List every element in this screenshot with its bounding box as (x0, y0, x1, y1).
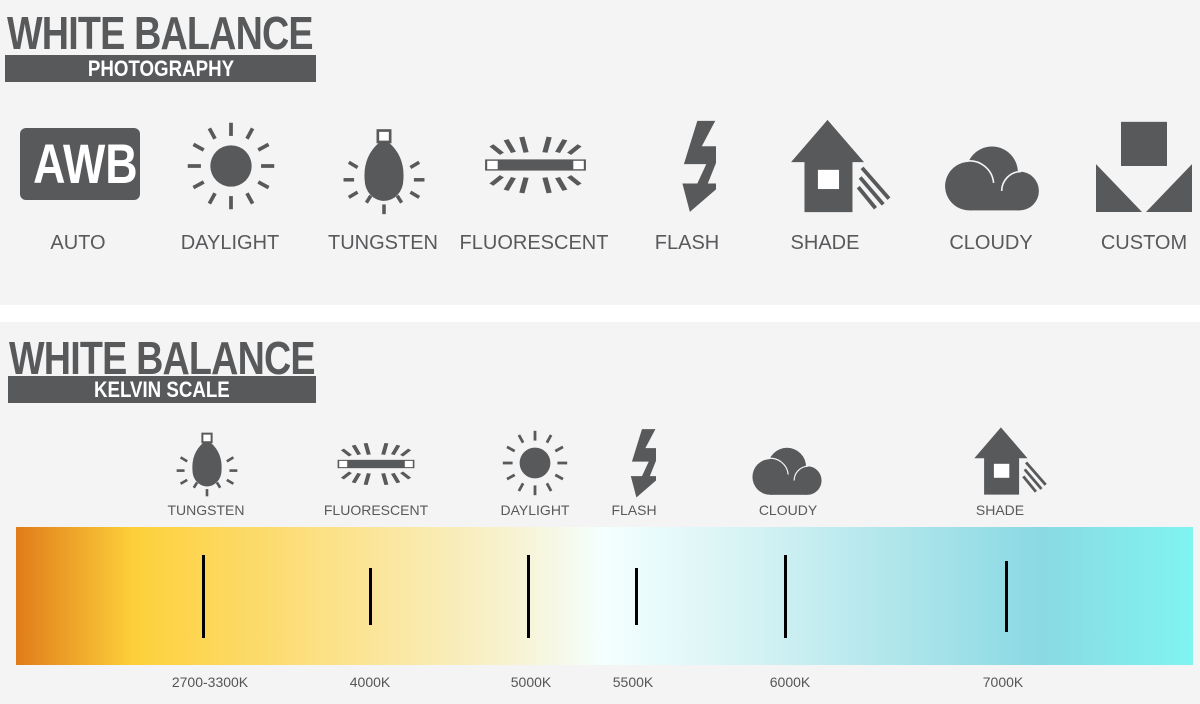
label-daylight: DAYLIGHT (180, 232, 280, 254)
fluorescent-tube-icon (336, 441, 416, 487)
source-label-cloudy: CLOUDY (758, 502, 818, 518)
section-subtitle-banner: KELVIN SCALE (8, 376, 316, 403)
tungsten-bulb-icon (175, 432, 239, 498)
source-label-shade: SHADE (975, 502, 1025, 518)
source-label-fluorescent: FLUORESCENT (323, 502, 429, 518)
label-auto: AUTO (50, 232, 106, 254)
label-tungsten: TUNGSTEN (328, 232, 438, 254)
tick-4000k (369, 568, 372, 625)
scale-label: 7000K (982, 674, 1024, 690)
label-cloudy: CLOUDY (949, 232, 1033, 254)
source-label-flash: FLASH (611, 502, 657, 518)
photography-panel: WHITE BALANCE PHOTOGRAPHY AWB AUTO DAYLI… (0, 0, 1200, 305)
sun-icon (501, 429, 569, 497)
house-shade-icon (789, 118, 891, 214)
section-subtitle: PHOTOGRAPHY (87, 56, 234, 81)
kelvin-scale-panel: WHITE BALANCE KELVIN SCALE TUNGSTEN FLUO… (0, 322, 1200, 704)
scale-label: 5000K (510, 674, 552, 690)
source-label-daylight: DAYLIGHT (500, 502, 570, 518)
fluorescent-tube-icon (483, 130, 588, 200)
house-shade-icon (972, 426, 1048, 496)
tick-6000k (784, 555, 787, 638)
section-title: WHITE BALANCE (7, 7, 314, 59)
tungsten-bulb-icon (341, 128, 427, 216)
lightning-icon (682, 120, 716, 212)
tick-5500k (635, 568, 638, 625)
cloud-icon (751, 447, 823, 496)
awb-icon: AWB (20, 128, 140, 200)
tick-2700-3300k (202, 555, 205, 638)
section-subtitle: KELVIN SCALE (94, 377, 230, 402)
custom-shapes-icon (1096, 121, 1192, 212)
section-subtitle-banner: PHOTOGRAPHY (5, 55, 316, 82)
scale-label: 5500K (612, 674, 654, 690)
sun-icon (185, 120, 277, 212)
scale-label: 4000K (349, 674, 391, 690)
label-fluorescent: FLUORESCENT (459, 232, 609, 254)
label-flash: FLASH (654, 232, 720, 254)
lightning-icon (630, 429, 656, 498)
label-custom: CUSTOM (1100, 232, 1188, 254)
scale-label: 2700-3300K (171, 674, 249, 690)
scale-label: 6000K (769, 674, 811, 690)
cloud-icon (944, 145, 1040, 212)
tick-5000k (527, 555, 530, 638)
label-shade: SHADE (790, 232, 860, 254)
tick-7000k (1005, 561, 1008, 632)
kelvin-gradient-bar (16, 527, 1193, 665)
source-label-tungsten: TUNGSTEN (167, 502, 245, 518)
section-title: WHITE BALANCE (9, 332, 316, 384)
